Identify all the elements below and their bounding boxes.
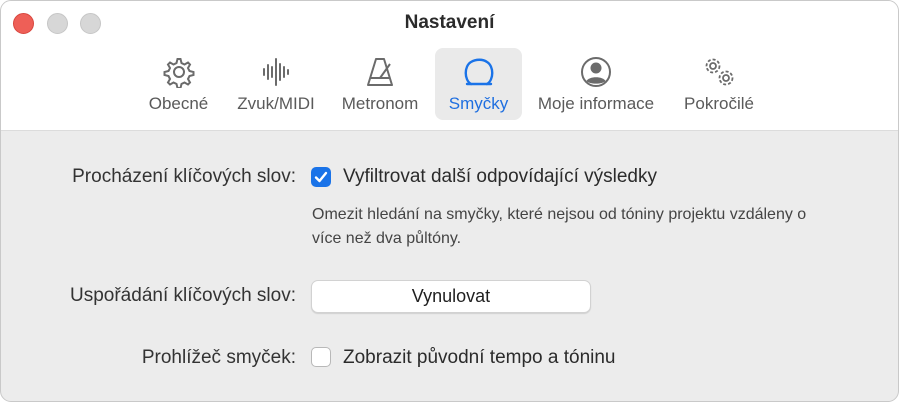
filter-results-checkbox[interactable] [311,167,331,187]
tab-metronome[interactable]: Metronom [335,48,425,120]
tab-audio-midi[interactable]: Zvuk/MIDI [228,48,324,120]
window-title: Nastavení [404,12,495,33]
gear-icon [163,58,194,88]
gears-icon [705,58,734,86]
tab-metronome-label: Metronom [341,94,419,113]
preferences-window: Nastavení Obecné Zvuk/MIDI Metronom Smyč… [0,0,899,402]
keyword-layout-label: Uspořádání klíčových slov: [70,285,296,306]
loop-icon [464,58,493,86]
reset-button[interactable]: Vynulovat [311,280,591,313]
tab-general-label: Obecné [148,94,209,113]
tab-my-info[interactable]: Moje informace [531,48,661,120]
filter-results-help-text: Omezit hledání na smyčky, které nejsou o… [312,206,807,247]
loop-browser-label: Prohlížeč smyček: [141,347,296,368]
tab-advanced[interactable]: Pokročilé [675,48,763,120]
tab-loops-label: Smyčky [448,94,509,113]
metronome-icon [367,58,393,86]
tab-loops[interactable]: Smyčky [435,48,522,120]
tab-advanced-label: Pokročilé [684,94,754,113]
toolbar: Nastavení Obecné Zvuk/MIDI Metronom Smyč… [1,1,898,131]
waveform-icon [263,58,289,86]
show-tempo-key-checkbox-label[interactable]: Zobrazit původní tempo a tóninu [343,347,616,369]
tab-audio-midi-label: Zvuk/MIDI [237,94,315,113]
checkmark-icon [314,171,328,183]
tab-my-info-label: Moje informace [537,94,655,113]
tab-general[interactable]: Obecné [141,48,216,120]
show-tempo-key-checkbox[interactable] [311,347,331,367]
filter-results-checkbox-label[interactable]: Vyfiltrovat další odpovídající výsledky [343,166,657,188]
keyword-browsing-label: Procházení klíčových slov: [72,166,296,187]
person-circle-icon [581,57,611,87]
